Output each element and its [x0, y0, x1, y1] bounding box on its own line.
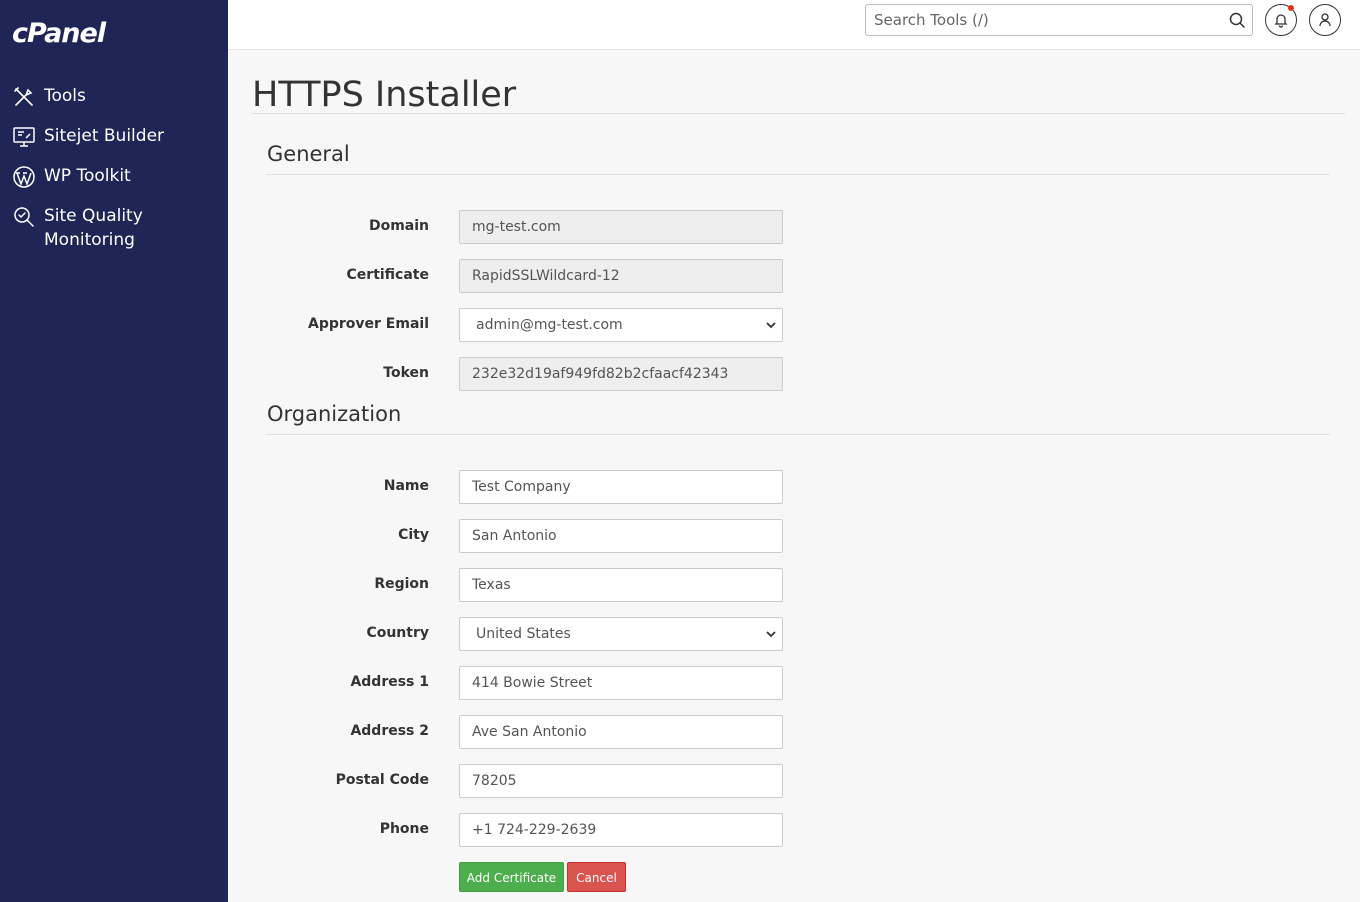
cpanel-logo[interactable]: cPanel	[12, 18, 106, 49]
magnifier-check-icon	[14, 207, 34, 227]
postal-code-input[interactable]: 78205	[459, 764, 783, 798]
phone-label: Phone	[379, 821, 429, 837]
form-row-postal-code: Postal Code 78205	[252, 764, 852, 798]
sidebar-item-tools[interactable]: Tools	[0, 84, 228, 124]
topbar	[228, 0, 1360, 50]
certificate-field: RapidSSLWildcard-12	[459, 259, 783, 293]
section-divider	[266, 174, 1330, 175]
page-title: HTTPS Installer	[252, 75, 517, 115]
sidebar-item-sitejet-builder[interactable]: Sitejet Builder	[0, 124, 228, 164]
chevron-down-icon	[766, 322, 776, 329]
phone-input[interactable]: +1 724-229-2639	[459, 813, 783, 847]
form-row-domain: Domain mg-test.com	[252, 210, 852, 244]
sidebar-item-label: Tools	[44, 86, 86, 106]
search-input[interactable]	[866, 5, 1206, 35]
form-row-phone: Phone +1 724-229-2639	[252, 813, 852, 847]
sidebar-item-label: Sitejet Builder	[44, 126, 165, 146]
address1-input[interactable]: 414 Bowie Street	[459, 666, 783, 700]
approver-email-value: admin@mg-test.com	[476, 317, 623, 333]
name-label: Name	[383, 478, 429, 494]
approver-email-label: Approver Email	[308, 316, 429, 332]
sidebar-nav: Tools Sitejet Builder WP Toolkit Site Qu…	[0, 84, 228, 252]
city-label: City	[398, 527, 429, 543]
search-icon[interactable]	[1228, 11, 1246, 29]
domain-label: Domain	[368, 218, 429, 234]
form-row-region: Region Texas	[252, 568, 852, 602]
user-icon	[1319, 13, 1331, 27]
section-title-general: General	[267, 142, 350, 166]
region-input[interactable]: Texas	[459, 568, 783, 602]
approver-email-select[interactable]: admin@mg-test.com	[459, 308, 783, 342]
form-row-city: City San Antonio	[252, 519, 852, 553]
notification-badge	[1288, 5, 1294, 11]
address2-label: Address 2	[350, 723, 429, 739]
country-value: United States	[476, 626, 571, 642]
sidebar-item-wp-toolkit[interactable]: WP Toolkit	[0, 164, 228, 204]
postal-code-label: Postal Code	[335, 772, 429, 788]
region-label: Region	[374, 576, 429, 592]
country-select[interactable]: United States	[459, 617, 783, 651]
wordpress-icon	[13, 166, 35, 188]
city-input[interactable]: San Antonio	[459, 519, 783, 553]
sidebar-item-label: Site Quality Monitoring	[44, 206, 143, 250]
notifications-button[interactable]	[1265, 4, 1297, 36]
chevron-down-icon	[766, 631, 776, 638]
country-label: Country	[366, 625, 429, 641]
address1-label: Address 1	[350, 674, 429, 690]
section-divider	[266, 434, 1330, 435]
form-row-certificate: Certificate RapidSSLWildcard-12	[252, 259, 852, 293]
form-row-address2: Address 2 Ave San Antonio	[252, 715, 852, 749]
sidebar: cPanel Tools Sitejet Builder WP Toolkit …	[0, 0, 228, 902]
form-row-address1: Address 1 414 Bowie Street	[252, 666, 852, 700]
form-row-name: Name Test Company	[252, 470, 852, 504]
domain-field: mg-test.com	[459, 210, 783, 244]
user-menu-button[interactable]	[1309, 4, 1341, 36]
search-box	[865, 4, 1253, 36]
sidebar-item-site-quality-monitoring[interactable]: Site Quality Monitoring	[0, 204, 228, 252]
title-divider	[252, 113, 1345, 114]
form-row-token: Token 232e32d19af949fd82b2cfaacf42343	[252, 357, 852, 391]
section-title-organization: Organization	[267, 402, 402, 426]
form-row-approver-email: Approver Email admin@mg-test.com	[252, 308, 852, 342]
bell-icon	[1274, 14, 1288, 28]
monitor-icon	[13, 127, 35, 147]
add-certificate-button[interactable]: Add Certificate	[459, 862, 564, 892]
tools-icon	[14, 87, 33, 106]
cancel-button[interactable]: Cancel	[567, 862, 626, 892]
token-label: Token	[383, 365, 429, 381]
form-row-country: Country United States	[252, 617, 852, 651]
name-input[interactable]: Test Company	[459, 470, 783, 504]
sidebar-item-label: WP Toolkit	[44, 166, 131, 186]
address2-input[interactable]: Ave San Antonio	[459, 715, 783, 749]
certificate-label: Certificate	[346, 267, 429, 283]
token-field: 232e32d19af949fd82b2cfaacf42343	[459, 357, 783, 391]
